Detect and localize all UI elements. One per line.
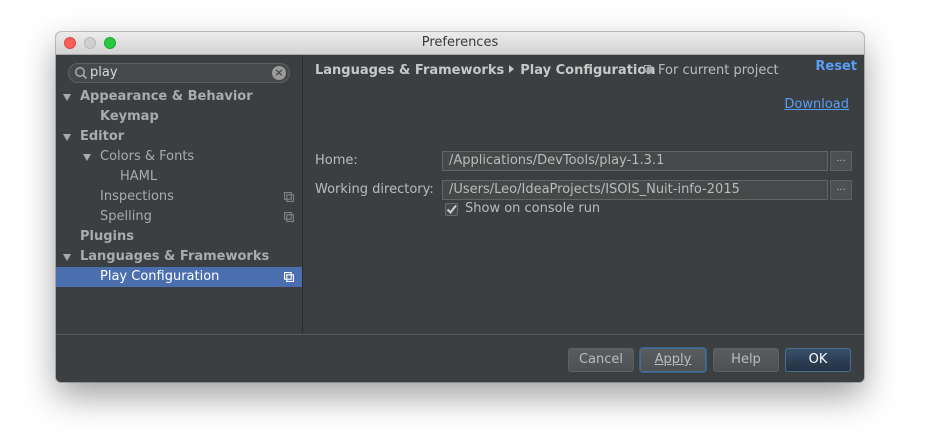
working-directory-label: Working directory: — [315, 182, 434, 197]
sidebar-item-plugins[interactable]: Plugins — [56, 227, 302, 247]
play-configuration-panel: Languages & Frameworks Play Configuration… — [303, 55, 864, 333]
show-on-console-run-checkbox[interactable] — [445, 203, 458, 216]
scope-indicator: For current project — [644, 63, 779, 78]
expand-arrow-icon[interactable] — [63, 134, 71, 141]
project-scope-icon — [284, 212, 294, 222]
settings-search[interactable]: play × — [68, 63, 290, 83]
search-input[interactable]: play — [90, 65, 118, 80]
sidebar-item-inspections[interactable]: Inspections — [56, 187, 302, 207]
sidebar-item-label: Play Configuration — [100, 269, 220, 284]
expand-arrow-icon[interactable] — [63, 254, 71, 261]
breadcrumb-separator-icon — [509, 65, 515, 73]
project-scope-icon — [284, 272, 294, 282]
sidebar-item-editor[interactable]: Editor — [56, 127, 302, 147]
sidebar-item-label: Keymap — [100, 109, 159, 124]
checkmark-icon — [446, 204, 457, 215]
window-title: Preferences — [421, 35, 499, 50]
working-directory-field[interactable]: /Users/Leo/IdeaProjects/ISOIS_Nuit-info-… — [442, 180, 828, 200]
reset-link[interactable]: Reset — [815, 59, 857, 74]
search-icon — [75, 67, 88, 80]
settings-sidebar: play × Appearance & Behavior Keymap Editor… — [56, 55, 303, 333]
apply-label: Apply — [654, 352, 692, 367]
breadcrumb-parent: Languages & Frameworks — [315, 63, 505, 78]
sidebar-item-label: Editor — [80, 129, 125, 144]
expand-arrow-icon[interactable] — [63, 94, 71, 101]
breadcrumb: Languages & Frameworks Play Configuration — [315, 63, 656, 78]
sidebar-item-label: Plugins — [80, 229, 134, 244]
preferences-window: Preferences play × Appearance & Behavior… — [56, 32, 864, 382]
sidebar-item-spelling[interactable]: Spelling — [56, 207, 302, 227]
sidebar-item-label: Spelling — [100, 209, 152, 224]
sidebar-item-label: Languages & Frameworks — [80, 249, 270, 264]
sidebar-item-languages-frameworks[interactable]: Languages & Frameworks — [56, 247, 302, 267]
sidebar-item-label: Appearance & Behavior — [80, 89, 253, 104]
dialog-footer: Cancel Apply Help OK — [56, 334, 864, 382]
breadcrumb-current: Play Configuration — [520, 63, 656, 78]
sidebar-item-keymap[interactable]: Keymap — [56, 107, 302, 127]
clear-search-icon[interactable]: × — [272, 66, 286, 80]
project-scope-icon — [644, 65, 653, 74]
sidebar-item-colors-fonts[interactable]: Colors & Fonts — [56, 147, 302, 167]
home-path-field[interactable]: /Applications/DevTools/play-1.3.1 — [442, 151, 828, 171]
help-button[interactable]: Help — [713, 348, 779, 372]
apply-button[interactable]: Apply — [640, 348, 706, 372]
show-on-console-run-label[interactable]: Show on console run — [465, 201, 600, 216]
expand-arrow-icon[interactable] — [83, 154, 91, 161]
project-scope-icon — [284, 192, 294, 202]
sidebar-item-label: HAML — [120, 169, 158, 184]
scope-label: For current project — [658, 63, 779, 78]
title-bar[interactable]: Preferences — [56, 32, 864, 55]
sidebar-item-play-configuration[interactable]: Play Configuration — [56, 267, 302, 287]
download-link[interactable]: Download — [784, 97, 849, 112]
sidebar-item-haml[interactable]: HAML — [56, 167, 302, 187]
cancel-button[interactable]: Cancel — [568, 348, 634, 372]
home-browse-button[interactable]: ... — [830, 151, 852, 171]
working-directory-browse-button[interactable]: ... — [830, 180, 852, 200]
home-label: Home: — [315, 153, 358, 168]
sidebar-item-label: Inspections — [100, 189, 174, 204]
ok-button[interactable]: OK — [785, 348, 851, 372]
sidebar-item-label: Colors & Fonts — [100, 149, 195, 164]
sidebar-item-appearance-behavior[interactable]: Appearance & Behavior — [56, 87, 302, 107]
